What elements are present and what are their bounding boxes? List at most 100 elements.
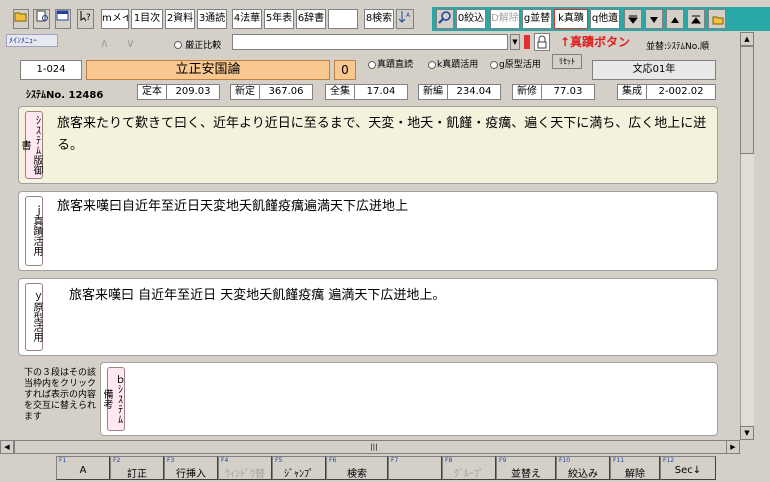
horizontal-scroll-thumb[interactable]: ||| xyxy=(14,440,734,454)
original-form-radio[interactable]: g原型活用 xyxy=(490,57,541,70)
system-text: 旅客来たりて歎きて曰く、近年より近日に至るまで、天変・地夭・飢饉・疫癘、遍く天下… xyxy=(57,116,707,153)
f8-fn: F8 xyxy=(445,457,453,464)
autograph-annotation: ↑真蹟ボタン xyxy=(560,35,631,49)
f12-fn: F12 xyxy=(663,457,675,464)
shinpen-label: 新編 xyxy=(418,84,448,100)
nav-forward-button[interactable]: ∨ xyxy=(126,36,135,50)
nav-back-button[interactable]: ∧ xyxy=(100,36,109,50)
f3-fn: F3 xyxy=(167,457,175,464)
f8-key: F8 ｸﾞﾙｰﾌﾟ xyxy=(442,456,496,480)
era-date: 文応01年 xyxy=(592,60,716,80)
original-form-label: g原型活用 xyxy=(499,60,541,70)
first-record-icon[interactable] xyxy=(687,9,705,29)
svg-text:?: ? xyxy=(86,13,91,22)
dictionary-button[interactable]: 6辞書 xyxy=(296,9,326,29)
f5-fn: F5 xyxy=(275,457,283,464)
vertical-scroll-thumb[interactable] xyxy=(740,46,754,154)
marker-icon xyxy=(524,35,530,49)
autograph-button[interactable]: k真蹟 xyxy=(554,9,588,29)
scroll-right-icon[interactable]: ▶ xyxy=(726,440,740,454)
scroll-up-icon[interactable]: ▲ xyxy=(740,32,754,46)
toc-button[interactable]: 1目次 xyxy=(131,9,163,29)
f9-key[interactable]: F9 並替え xyxy=(496,456,556,480)
read-through-button[interactable]: 3通読 xyxy=(197,9,227,29)
shusei-value: 2-002.02 xyxy=(646,84,716,100)
f4-key: F4 ｳｨﾝﾄﾞｳ替 xyxy=(218,456,272,480)
lotus-button[interactable]: 4法華 xyxy=(232,9,262,29)
reorder-button[interactable]: g並替 xyxy=(522,9,552,29)
shusei-label: 集成 xyxy=(617,84,647,100)
system-number: ｼｽﾃﾑNo. 12486 xyxy=(26,90,104,101)
f2-fn: F2 xyxy=(113,457,121,464)
window-icon[interactable] xyxy=(55,9,71,29)
materials-button[interactable]: 2資料 xyxy=(165,9,195,29)
scroll-down-icon[interactable]: ▼ xyxy=(740,426,754,440)
svg-text:A: A xyxy=(406,12,411,19)
strict-compare-radio[interactable]: 厳正比較 xyxy=(174,38,221,51)
f2-key[interactable]: F2 訂正 xyxy=(110,456,164,480)
doc-number: 0 xyxy=(334,60,356,80)
shinshu-label: 新修 xyxy=(512,84,542,100)
original-form-text: 旅客来嘆曰 自近年至近日 天変地夭飢饉疫癘 遍満天下広迸地上。 xyxy=(69,288,446,303)
direct-read-radio[interactable]: 真蹟直読 xyxy=(368,57,413,70)
zenshu-label: 全集 xyxy=(325,84,355,100)
original-form-panel[interactable]: ｙ原型活用 旅客来嘆曰 自近年至近日 天変地夭飢饉疫癘 遍満天下広迸地上。 xyxy=(18,278,718,356)
filter-button[interactable]: 0絞込 xyxy=(456,9,486,29)
direct-read-label: 真蹟直読 xyxy=(377,60,414,70)
clear-filter-button: D解除 xyxy=(490,9,520,29)
f7-key: F7 xyxy=(388,456,442,480)
help-icon[interactable]: ? xyxy=(77,9,94,29)
f5-key[interactable]: F5 ｼﾞｬﾝﾌﾟ xyxy=(272,456,326,480)
open-folder-icon[interactable] xyxy=(13,9,29,29)
teihon-label: 定本 xyxy=(137,84,167,100)
f10-fn: F10 xyxy=(559,457,571,464)
prev-record-icon[interactable] xyxy=(666,9,684,29)
system-text-panel[interactable]: ｼｽﾃﾑ版御書 旅客来たりて歎きて曰く、近年より近日に至るまで、天変・地夭・飢饉… xyxy=(18,106,718,184)
other-relics-button[interactable]: q他遺 xyxy=(590,9,620,29)
menu-button[interactable]: mメイン xyxy=(101,9,129,29)
disabled-button xyxy=(328,9,358,29)
original-form-text-label: ｙ原型活用 xyxy=(25,283,43,351)
scroll-left-icon[interactable]: ◀ xyxy=(0,440,14,454)
autograph-text-panel[interactable]: ｊ真蹟活用 旅客来嘆曰自近年至近日天変地夭飢饉疫癘遍満天下広迸地上 xyxy=(18,191,718,271)
autograph-text-label: ｊ真蹟活用 xyxy=(25,196,43,266)
autograph-use-label: k真蹟活用 xyxy=(437,60,479,70)
f4-fn: F4 xyxy=(221,457,229,464)
folder-icon[interactable] xyxy=(708,9,726,29)
reset-button[interactable]: ﾘｾｯﾄ xyxy=(552,54,582,69)
last-record-icon[interactable] xyxy=(624,9,642,29)
compare-input[interactable] xyxy=(232,34,508,50)
f9-fn: F9 xyxy=(499,457,507,464)
teihon-value: 209.03 xyxy=(166,84,220,100)
f11-key[interactable]: F11 解除 xyxy=(610,456,660,480)
next-record-icon[interactable] xyxy=(645,9,663,29)
instruction-note: 下の３段はその該当枠内をクリックすれば表示の内容を交互に替えられます xyxy=(24,368,97,422)
f11-fn: F11 xyxy=(613,457,625,464)
f1-key[interactable]: F1 A xyxy=(56,456,110,480)
chronology-button[interactable]: 5年表 xyxy=(264,9,294,29)
strict-compare-label: 厳正比較 xyxy=(185,41,222,51)
dropdown-arrow-icon[interactable]: ▼ xyxy=(510,34,520,50)
f1-fn: F1 xyxy=(59,457,67,464)
shinshu-value: 77.03 xyxy=(541,84,595,100)
f12-key[interactable]: F12 Sec↓ xyxy=(660,456,716,480)
f6-key[interactable]: F6 検索 xyxy=(326,456,388,480)
system-notes-label: ｂｼｽﾃﾑ備考 xyxy=(101,367,125,431)
f10-key[interactable]: F10 絞込み xyxy=(556,456,610,480)
doc-code: 1-024 xyxy=(20,60,82,80)
doc-title: 立正安国論 xyxy=(86,60,330,80)
shintei-value: 367.06 xyxy=(259,84,313,100)
lock-icon[interactable] xyxy=(534,33,550,51)
f3-key[interactable]: F3 行挿入 xyxy=(164,456,218,480)
print-preview-icon[interactable] xyxy=(33,9,50,29)
f7-fn: F7 xyxy=(391,457,399,464)
zoom-icon[interactable] xyxy=(436,9,454,29)
autograph-use-radio[interactable]: k真蹟活用 xyxy=(428,57,478,70)
system-notes-panel[interactable]: ｂｼｽﾃﾑ備考 xyxy=(100,362,718,436)
menu-label: ﾒｲﾝﾒﾆｭｰ xyxy=(6,34,58,47)
shintei-label: 新定 xyxy=(230,84,260,100)
shinpen-value: 234.04 xyxy=(447,84,501,100)
sort-az-icon[interactable]: A xyxy=(396,9,414,29)
search-button[interactable]: 8検索 xyxy=(364,9,394,29)
zenshu-value: 17.04 xyxy=(354,84,408,100)
